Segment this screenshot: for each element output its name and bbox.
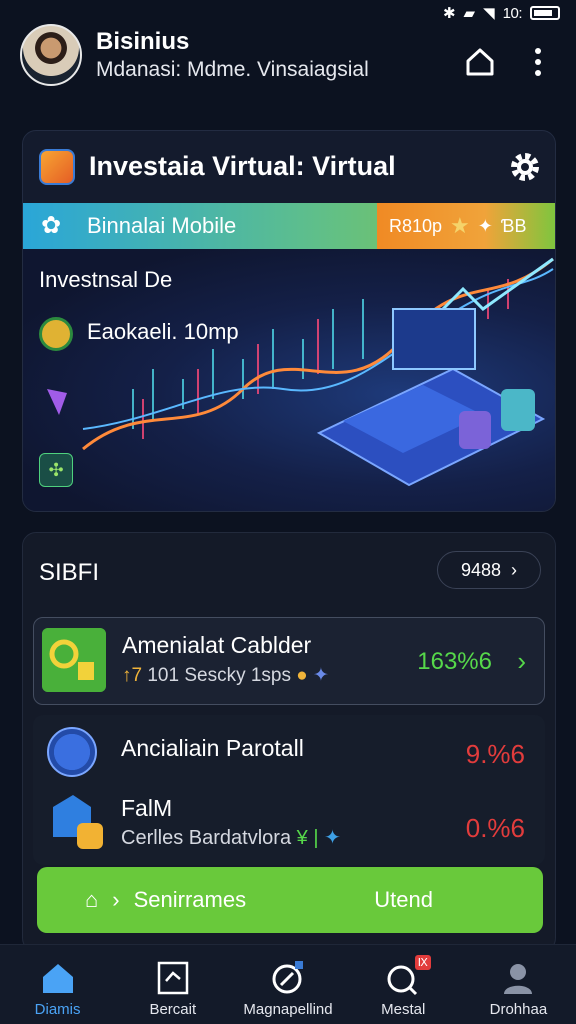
bottom-navigation: Diamis Bercait Magnapellind Ⅸ Mestal Dro… xyxy=(0,944,576,1024)
user-subtitle: Mdanasi: Mdme. Vinsaiagsial xyxy=(96,58,369,81)
report-icon xyxy=(157,961,189,995)
home-icon xyxy=(42,964,73,993)
banner-badge: R810p ★ ✦ ƁB xyxy=(377,203,555,249)
sparkle-icon: ✦ xyxy=(477,215,493,236)
nav-item-market[interactable]: Magnapellind xyxy=(230,945,345,1024)
filter-value: 9488 xyxy=(460,559,502,580)
item-title[interactable]: Ancialiain Parotall xyxy=(121,735,304,762)
star-icon: ★ xyxy=(450,213,470,238)
status-time: 10: xyxy=(502,4,523,22)
banner-label: Binnalai Mobile xyxy=(87,213,237,238)
crystal-icon xyxy=(47,389,67,415)
banner-badge-extra: ƁB xyxy=(500,215,527,236)
primary-action-button[interactable]: ⌂ › Senirrames Utend xyxy=(37,867,543,933)
coin-label: Eaokaeli. 10mp xyxy=(87,319,239,344)
chart-heading: Investnsal De xyxy=(39,267,173,292)
item-value: 9.%6 xyxy=(465,739,525,769)
brain-icon: ✿ xyxy=(41,212,62,239)
item-subtitle: Cerlles Bardatvlora ¥ | ✦ xyxy=(121,825,341,850)
chevron-right-icon: › xyxy=(112,887,120,912)
item-title: Amenialat Cablder xyxy=(122,632,312,658)
coin-icon xyxy=(39,317,73,351)
list-group: Ancialiain Parotall 9.%6 FalM Cerlles Ba… xyxy=(33,715,545,865)
leaf-icon: ✣ xyxy=(39,453,73,487)
item-glyph: | xyxy=(313,827,319,849)
portfolio-list-card: SIBFI 9488 › Amenialat Cablder ↑7 101 Se… xyxy=(22,532,556,952)
item-change: ↑7 xyxy=(122,665,143,686)
chat-icon xyxy=(47,727,97,777)
nav-item-home[interactable]: Diamis xyxy=(0,945,115,1024)
chevron-right-icon: › xyxy=(517,646,526,676)
list-item[interactable]: Amenialat Cablder ↑7 101 Sescky 1sps ● ✦… xyxy=(33,617,545,705)
nav-label: Diamis xyxy=(34,1001,81,1018)
item-subtitle: ↑7 101 Sescky 1sps ● ✦ xyxy=(122,664,329,687)
nav-label: Drohhaa xyxy=(489,1001,548,1018)
gear-icon[interactable] xyxy=(507,149,543,185)
cta-right-label: Utend xyxy=(374,887,433,912)
notification-badge: Ⅸ xyxy=(414,955,431,970)
sparkle-icon: ✦ xyxy=(324,827,341,849)
nav-item-report[interactable]: Bercait xyxy=(115,945,230,1024)
house-icon: ⌂ xyxy=(85,887,99,912)
hero-chart-illustration: Investnsal De Eaokaeli. 10mp ✣ xyxy=(23,249,555,511)
document-icon xyxy=(53,795,103,849)
nav-item-messages[interactable]: Ⅸ Mestal xyxy=(346,945,461,1024)
plus-icon: ✦ xyxy=(313,665,329,686)
key-icon xyxy=(42,628,106,692)
app-header: Bisinius Mdanasi: Mdme. Vinsaiagsial xyxy=(0,20,576,104)
more-dot-icon xyxy=(535,59,541,65)
compass-icon xyxy=(272,961,303,994)
home-icon[interactable] xyxy=(464,46,496,78)
banner-badge-value: R810p xyxy=(389,215,443,236)
user-icon xyxy=(504,964,533,994)
nav-label: Mestal xyxy=(381,1001,426,1018)
user-name: Bisinius xyxy=(96,28,190,55)
card-title: Investaia Virtual: Virtual xyxy=(89,151,396,181)
item-detail: Cerlles Bardatvlora xyxy=(121,827,292,849)
item-value: 163%6 xyxy=(417,648,492,675)
nav-label: Magnapellind xyxy=(243,1001,333,1018)
filter-pill[interactable]: 9488 › xyxy=(437,551,541,589)
more-options-button[interactable] xyxy=(526,46,550,78)
section-title: SIBFI xyxy=(39,559,100,586)
cta-left: ⌂ › Senirrames xyxy=(85,887,246,913)
item-detail: 101 Sescky 1sps xyxy=(147,665,291,686)
item-glyph: ¥ xyxy=(296,827,308,849)
item-title[interactable]: FalM xyxy=(121,795,172,822)
coin-small-icon: ● xyxy=(296,665,308,686)
avatar[interactable] xyxy=(20,24,82,86)
cta-left-label: Senirrames xyxy=(133,887,247,912)
nav-label: Bercait xyxy=(149,1001,197,1018)
mobile-banner[interactable]: ✿ Binnalai Mobile R810p ★ ✦ ƁB xyxy=(23,203,555,249)
item-value: 0.%6 xyxy=(465,813,525,843)
investing-card: Investaia Virtual: Virtual ✿ Binnalai Mo… xyxy=(22,130,556,512)
invest-logo-icon xyxy=(39,149,75,185)
more-dot-icon xyxy=(535,48,541,54)
battery-icon xyxy=(530,6,560,20)
chevron-right-icon: › xyxy=(511,559,518,580)
more-dot-icon xyxy=(535,70,541,76)
nav-item-profile[interactable]: Drohhaa xyxy=(461,945,576,1024)
